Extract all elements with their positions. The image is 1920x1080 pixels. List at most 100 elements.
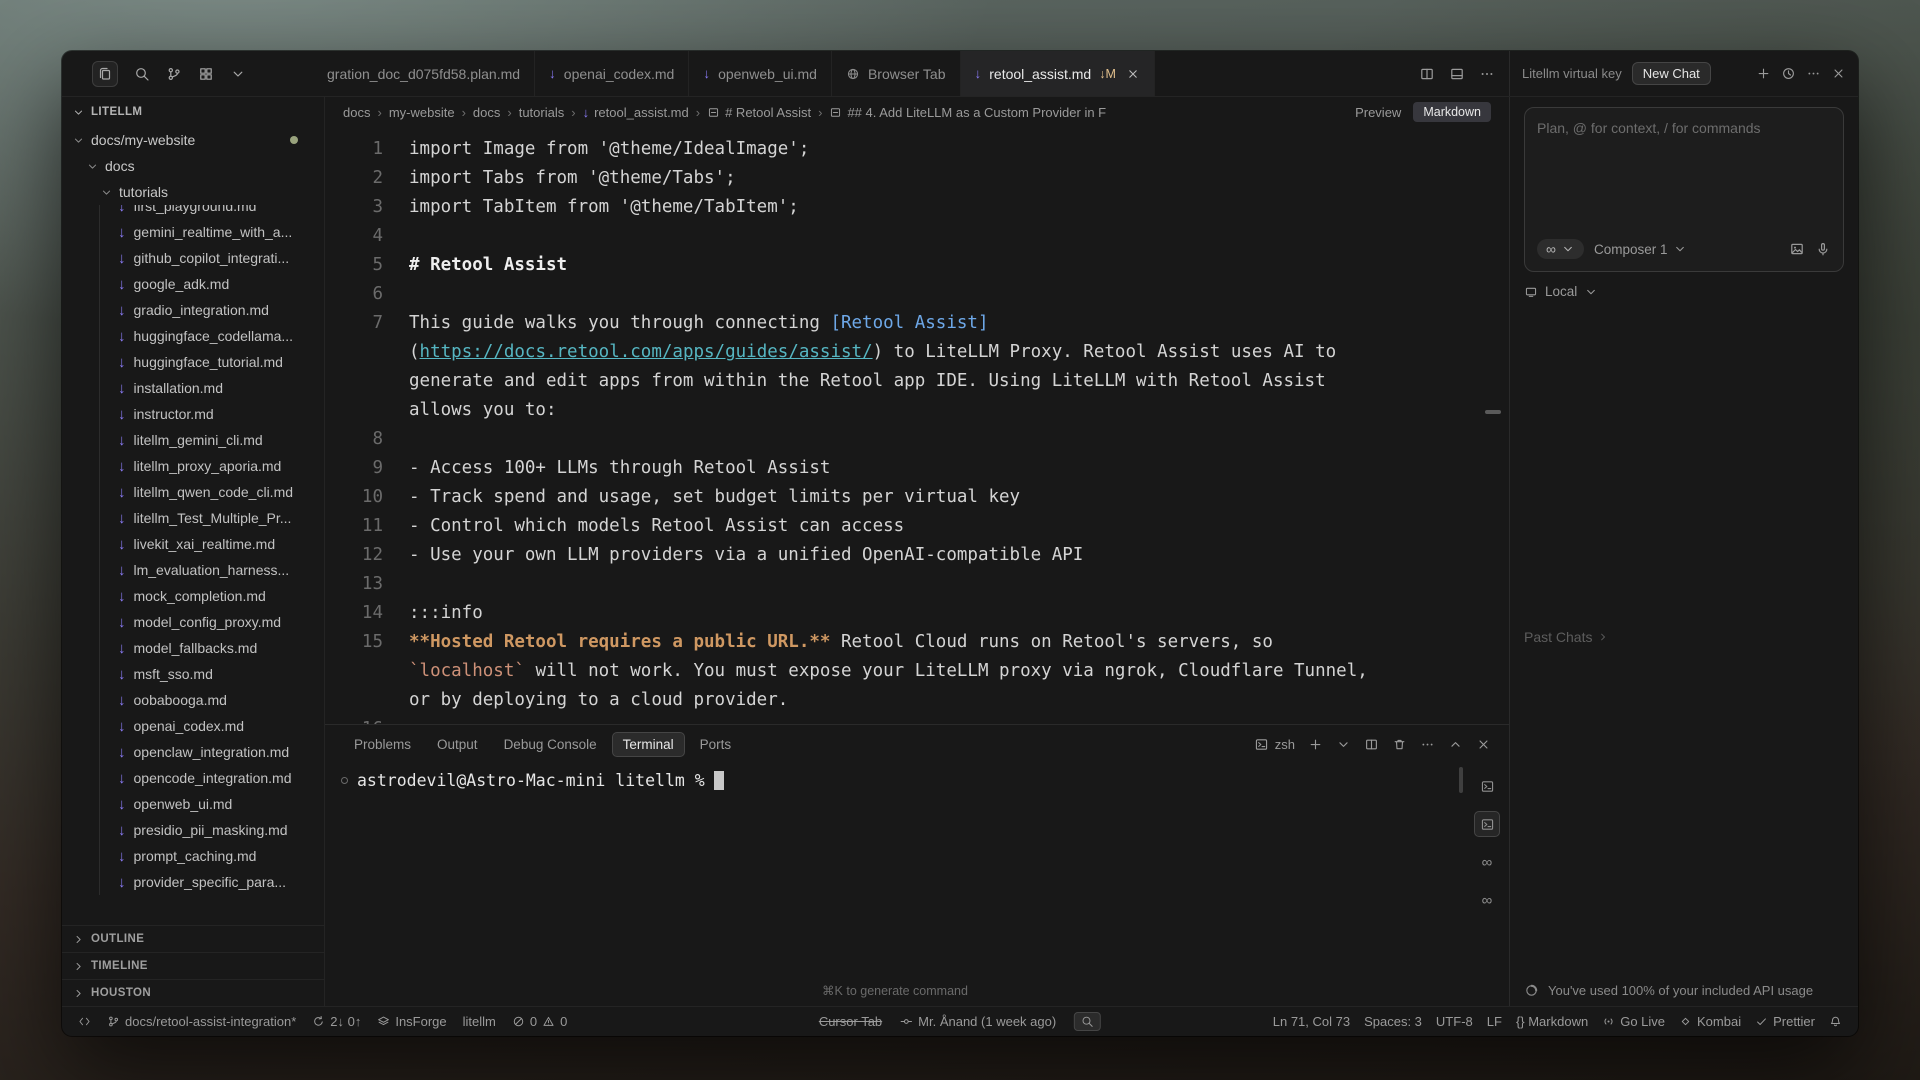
remote-indicator[interactable] [78, 1015, 91, 1028]
rail-infinity-button[interactable]: ∞ [1474, 887, 1500, 913]
files-activity-button[interactable] [92, 61, 118, 87]
editor-tab[interactable]: ↓openweb_ui.md [689, 51, 832, 96]
layout-button[interactable] [1449, 66, 1465, 82]
cursor-position[interactable]: Ln 71, Col 73 [1273, 1014, 1350, 1029]
folder-row[interactable]: docs/my-website [62, 127, 324, 153]
split-terminal-button[interactable] [1364, 737, 1379, 752]
search-activity-button[interactable] [134, 66, 150, 82]
file-item[interactable]: ↓presidio_pii_masking.md [62, 817, 324, 843]
explorer-section-header[interactable]: LITELLM [62, 97, 324, 127]
editor-tab[interactable]: Browser Tab [832, 51, 961, 96]
breadcrumb-item[interactable]: docs [473, 105, 500, 120]
terminal-output[interactable]: astrodevil@Astro-Mac-mini litellm % ⌘K t… [325, 763, 1465, 1006]
search-toggle[interactable] [1074, 1012, 1101, 1031]
file-item[interactable]: ↓gemini_realtime_with_a... [62, 219, 324, 245]
git-blame[interactable]: Mr. Ånand (1 week ago) [900, 1014, 1056, 1029]
new-terminal-button[interactable] [1308, 737, 1323, 752]
agent-mode-selector[interactable]: ∞ [1537, 239, 1584, 259]
file-item[interactable]: ↓livekit_xai_realtime.md [62, 531, 324, 557]
breadcrumb-item[interactable]: my-website [389, 105, 455, 120]
extensions-activity-button[interactable] [198, 66, 214, 82]
eol[interactable]: LF [1487, 1014, 1502, 1029]
sidebar-section-timeline[interactable]: TIMELINE [62, 952, 324, 979]
file-item[interactable]: ↓model_fallbacks.md [62, 635, 324, 661]
breadcrumb-item[interactable]: # Retool Assist [707, 105, 811, 120]
maximize-panel-button[interactable] [1448, 737, 1463, 752]
file-item[interactable]: ↓litellm_gemini_cli.md [62, 427, 324, 453]
insforge[interactable]: InsForge [377, 1014, 446, 1029]
language-mode[interactable]: {} Markdown [1516, 1014, 1588, 1029]
add-chat-button[interactable] [1756, 66, 1771, 81]
more-button[interactable] [1479, 66, 1495, 82]
breadcrumb-item[interactable]: ## 4. Add LiteLLM as a Custom Provider i… [829, 105, 1106, 120]
close-tab-button[interactable] [1126, 67, 1140, 81]
kill-terminal-button[interactable] [1392, 737, 1407, 752]
file-item[interactable]: ↓msft_sso.md [62, 661, 324, 687]
file-item[interactable]: ↓prompt_caching.md [62, 843, 324, 869]
file-item[interactable]: ↓model_config_proxy.md [62, 609, 324, 635]
file-item[interactable]: ↓provider_specific_para... [62, 869, 324, 895]
file-item[interactable]: ↓instructor.md [62, 401, 324, 427]
file-item[interactable]: ↓installation.md [62, 375, 324, 401]
sidebar-section-houston[interactable]: HOUSTON [62, 979, 324, 1006]
encoding[interactable]: UTF-8 [1436, 1014, 1473, 1029]
file-item[interactable]: ↓openclaw_integration.md [62, 739, 324, 765]
editor-tab[interactable]: ↓openai_codex.md [535, 51, 689, 96]
attach-image-button[interactable] [1789, 241, 1805, 257]
past-chats[interactable]: Past Chats [1524, 629, 1844, 645]
chat-input[interactable]: Plan, @ for context, / for commands ∞ Co… [1524, 107, 1844, 272]
panel-tab-problems[interactable]: Problems [343, 732, 422, 757]
notifications[interactable] [1829, 1015, 1842, 1028]
new-chat-tab[interactable]: New Chat [1632, 62, 1711, 85]
workspace-litellm[interactable]: litellm [463, 1014, 496, 1029]
local-selector[interactable]: Local [1524, 284, 1844, 299]
file-item[interactable]: ↓mock_completion.md [62, 583, 324, 609]
git-branch[interactable]: docs/retool-assist-integration* [107, 1014, 296, 1029]
chat-tab-title[interactable]: Litellm virtual key [1522, 66, 1622, 81]
breadcrumb-item[interactable]: ↓retool_assist.md [583, 105, 689, 120]
indentation[interactable]: Spaces: 3 [1364, 1014, 1422, 1029]
terminal-more-button[interactable] [1420, 737, 1435, 752]
file-item[interactable]: ↓oobabooga.md [62, 687, 324, 713]
file-item[interactable]: ↓opencode_integration.md [62, 765, 324, 791]
breadcrumb-item[interactable]: tutorials [519, 105, 565, 120]
problems[interactable]: 00 [512, 1014, 567, 1029]
file-item[interactable]: ↓huggingface_codellama... [62, 323, 324, 349]
model-selector[interactable]: Composer 1 [1594, 242, 1687, 257]
close-chat-panel-button[interactable] [1831, 66, 1846, 81]
chat-more-button[interactable] [1806, 66, 1821, 81]
file-item[interactable]: ↓github_copilot_integrati... [62, 245, 324, 271]
file-item[interactable]: ↓google_adk.md [62, 271, 324, 297]
file-item[interactable]: ↓litellm_qwen_code_cli.md [62, 479, 324, 505]
panel-tab-debug-console[interactable]: Debug Console [493, 732, 608, 757]
file-item[interactable]: ↓litellm_Test_Multiple_Pr... [62, 505, 324, 531]
folder-row[interactable]: docs [62, 153, 324, 179]
kombai[interactable]: Kombai [1679, 1014, 1741, 1029]
chat-history-button[interactable] [1781, 66, 1796, 81]
source-control-activity-button[interactable] [166, 66, 182, 82]
close-panel-button[interactable] [1476, 737, 1491, 752]
panel-tab-terminal[interactable]: Terminal [612, 732, 685, 757]
file-item[interactable]: ↓openai_codex.md [62, 713, 324, 739]
rail-terminal-button[interactable] [1474, 773, 1500, 799]
rail-infinity-button[interactable]: ∞ [1474, 849, 1500, 875]
file-item[interactable]: ↓gradio_integration.md [62, 297, 324, 323]
markdown-mode-button[interactable]: Markdown [1413, 102, 1491, 122]
file-item[interactable]: ↓lm_evaluation_harness... [62, 557, 324, 583]
rail-terminal-button[interactable] [1474, 811, 1500, 837]
file-item[interactable]: ↓huggingface_tutorial.md [62, 349, 324, 375]
terminal-scrollbar[interactable] [1459, 767, 1463, 793]
shell-selector[interactable]: zsh [1254, 737, 1295, 752]
panel-tab-ports[interactable]: Ports [689, 732, 743, 757]
folder-row[interactable]: tutorials [62, 179, 324, 205]
file-item[interactable]: ↓openweb_ui.md [62, 791, 324, 817]
breadcrumb-item[interactable]: docs [343, 105, 370, 120]
git-sync[interactable]: 2↓ 0↑ [312, 1014, 361, 1029]
voice-input-button[interactable] [1815, 241, 1831, 257]
split-editor-button[interactable] [1419, 66, 1435, 82]
cursor-tab-toggle[interactable]: Cursor Tab [819, 1014, 882, 1029]
file-item[interactable]: ↓litellm_proxy_aporia.md [62, 453, 324, 479]
editor-tab[interactable]: gration_doc_d075fd58.plan.md [325, 51, 535, 96]
chevron-down-activity-button[interactable] [230, 66, 246, 82]
go-live[interactable]: Go Live [1602, 1014, 1665, 1029]
